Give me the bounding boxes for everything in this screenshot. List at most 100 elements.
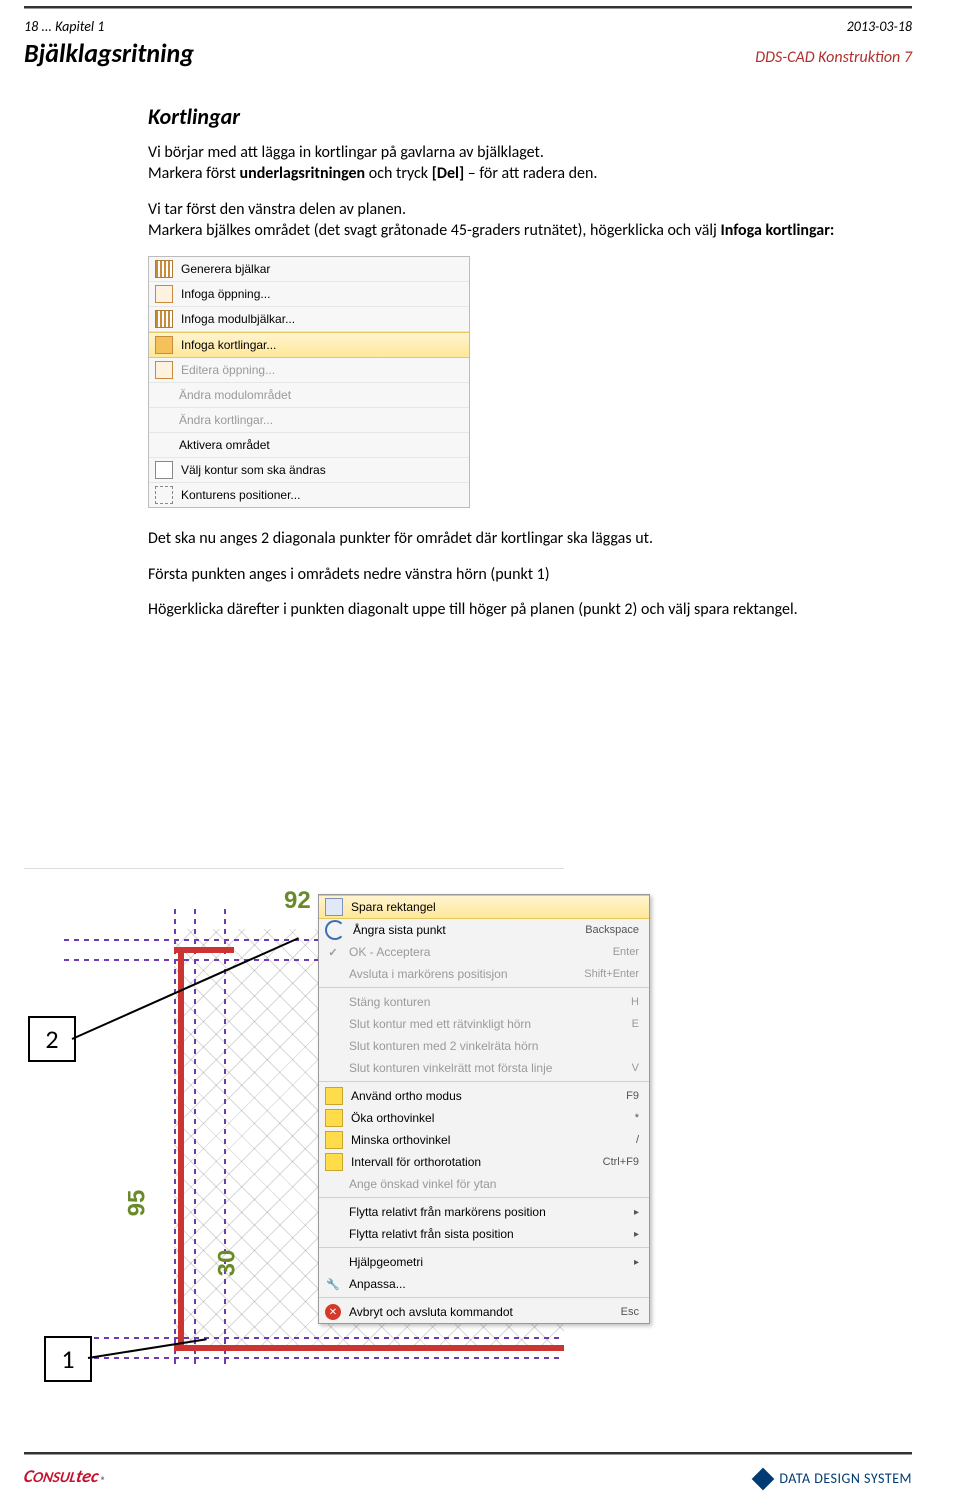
menu-shortcut: * (635, 1112, 639, 1124)
menu-item[interactable]: Aktivera området (149, 433, 469, 458)
menu-item: ✓OK - AccepteraEnter (319, 941, 649, 963)
wall-line (224, 909, 226, 1369)
paragraph: Högerklicka därefter i punkten diagonalt… (148, 599, 880, 621)
menu-item[interactable]: Välj kontur som ska ändras (149, 458, 469, 483)
submenu-arrow-icon: ▸ (634, 1229, 639, 1240)
menu-item[interactable]: 🔧 Anpassa... (319, 1273, 649, 1295)
bars-icon (155, 310, 173, 328)
save-icon (325, 898, 343, 916)
menu-item-label: Anpassa... (349, 1277, 639, 1291)
menu-item: Slut konturen med 2 vinkelräta hörn (319, 1035, 649, 1057)
menu-shortcut: Shift+Enter (584, 968, 639, 980)
red-icon: ✕ (325, 1304, 341, 1320)
blank-icon (325, 1038, 341, 1054)
product-name: DDS-CAD Konstruktion 7 (755, 48, 912, 67)
callout-1: 1 (44, 1336, 92, 1382)
context-menu-draw[interactable]: Spara rektangelÅngra sista punktBackspac… (318, 894, 650, 1324)
paragraph: Vi börjar med att lägga in kortlingar på… (148, 142, 880, 185)
menu-item[interactable]: Minska orthovinkel/ (319, 1129, 649, 1151)
section-heading: Kortlingar (148, 102, 880, 132)
menu-item-label: Generera bjälkar (181, 261, 270, 277)
menu-item[interactable]: Använd ortho modus F9 (319, 1081, 649, 1107)
menu-item: Editera öppning... (149, 358, 469, 383)
menu-item-label: Slut konturen vinkelrätt mot första linj… (349, 1061, 624, 1075)
menu-item[interactable]: Konturens positioner... (149, 483, 469, 507)
menu-item[interactable]: Hjälpgeometri▸ (319, 1247, 649, 1273)
menu-shortcut: E (632, 1018, 639, 1030)
box-icon (155, 336, 173, 354)
menu-item-label: Slut konturen med 2 vinkelräta hörn (349, 1039, 639, 1053)
sq-icon (155, 461, 173, 479)
box-icon (155, 361, 173, 379)
consultec-logo: CONSULtec® (24, 1465, 106, 1487)
menu-item-label: Ändra modulområdet (179, 387, 291, 403)
menu-item[interactable]: Infoga modulbjälkar... (149, 307, 469, 332)
dds-mark-icon (752, 1467, 775, 1490)
menu-item-label: Intervall för orthorotation (351, 1155, 595, 1169)
blank-icon (325, 1016, 341, 1032)
menu-shortcut: F9 (626, 1090, 639, 1102)
page-footer: CONSULtec® DATA DESIGN SYSTEM (24, 1465, 912, 1487)
menu-shortcut: V (632, 1062, 639, 1074)
menu-shortcut: / (636, 1134, 639, 1146)
menu-item[interactable]: Intervall för orthorotation Ctrl+F9 (319, 1151, 649, 1173)
menu-item-label: Välj kontur som ska ändras (181, 462, 326, 478)
wall-line (64, 1337, 564, 1339)
blank-icon (325, 994, 341, 1010)
menu-item: Avsluta i markörens positisjon Shift+Ente… (319, 963, 649, 985)
menu-item[interactable]: ✕Avbryt och avsluta kommandotEsc (319, 1297, 649, 1323)
menu-item[interactable]: Infoga kortlingar... (149, 332, 469, 358)
menu-item[interactable]: Flytta relativt från sista position▸ (319, 1223, 649, 1245)
dimension-label: 30 (213, 1250, 241, 1277)
menu-item: Slut kontur med ett rätvinkligt hörnE (319, 1013, 649, 1035)
menu-item[interactable]: Ångra sista punktBackspace (319, 919, 649, 941)
dds-brand-text: DATA DESIGN SYSTEM (779, 1470, 912, 1487)
beam-line (178, 947, 184, 1351)
beam-line (174, 1345, 564, 1351)
paragraph: Första punkten anges i områdets nedre vä… (148, 564, 880, 586)
menu-shortcut: Ctrl+F9 (603, 1156, 639, 1168)
menu-shortcut: Enter (613, 946, 639, 958)
page-date: 2013-03-18 (847, 18, 912, 35)
header-rule (24, 6, 912, 9)
submenu-arrow-icon: ▸ (634, 1257, 639, 1268)
menu-item-label: Infoga öppning... (181, 286, 270, 302)
menu-item: Ändra modulområdet (149, 383, 469, 408)
menu-item-label: Öka orthovinkel (351, 1111, 627, 1125)
menu-shortcut: Esc (621, 1306, 639, 1318)
menu-item[interactable]: Spara rektangel (319, 895, 649, 919)
menu-shortcut: H (631, 996, 639, 1008)
submenu-arrow-icon: ▸ (634, 1207, 639, 1218)
blank-icon (155, 387, 171, 403)
context-menu-bjalkar[interactable]: Generera bjälkar Infoga öppning... Infoga … (148, 256, 470, 508)
y-icon (325, 1109, 343, 1127)
blank-icon (325, 1204, 341, 1220)
dimension-label: 95 (123, 1190, 151, 1217)
ok-icon: ✓ (325, 944, 341, 960)
menu-item: Stäng konturenH (319, 987, 649, 1013)
paragraph: Det ska nu anges 2 diagonala punkter för… (148, 528, 880, 550)
menu-item-label: Använd ortho modus (351, 1089, 618, 1103)
menu-item-label: Ändra kortlingar... (179, 412, 273, 428)
wr-icon: 🔧 (325, 1276, 341, 1292)
blank-icon (325, 966, 341, 982)
menu-item: Slut konturen vinkelrätt mot första linj… (319, 1057, 649, 1079)
blank-icon (325, 1060, 341, 1076)
menu-item[interactable]: Flytta relativt från markörens position▸ (319, 1197, 649, 1223)
menu-item-label: Aktivera området (179, 437, 270, 453)
blank-icon (325, 1226, 341, 1242)
menu-item-label: Editera öppning... (181, 362, 275, 378)
dots-icon (155, 486, 173, 504)
page-title: Bjälklagsritning (24, 37, 194, 69)
menu-item[interactable]: Infoga öppning... (149, 282, 469, 307)
wall-line (64, 1357, 564, 1359)
y-icon (325, 1087, 343, 1105)
menu-item-label: Konturens positioner... (181, 487, 300, 503)
menu-item-label: Avsluta i markörens positisjon (349, 967, 576, 981)
page-info: 18 ... Kapitel 1 (24, 18, 104, 35)
bars-icon (155, 260, 173, 278)
menu-item[interactable]: Generera bjälkar (149, 257, 469, 282)
blank-icon (155, 437, 171, 453)
menu-item[interactable]: Öka orthovinkel * (319, 1107, 649, 1129)
box-icon (155, 285, 173, 303)
